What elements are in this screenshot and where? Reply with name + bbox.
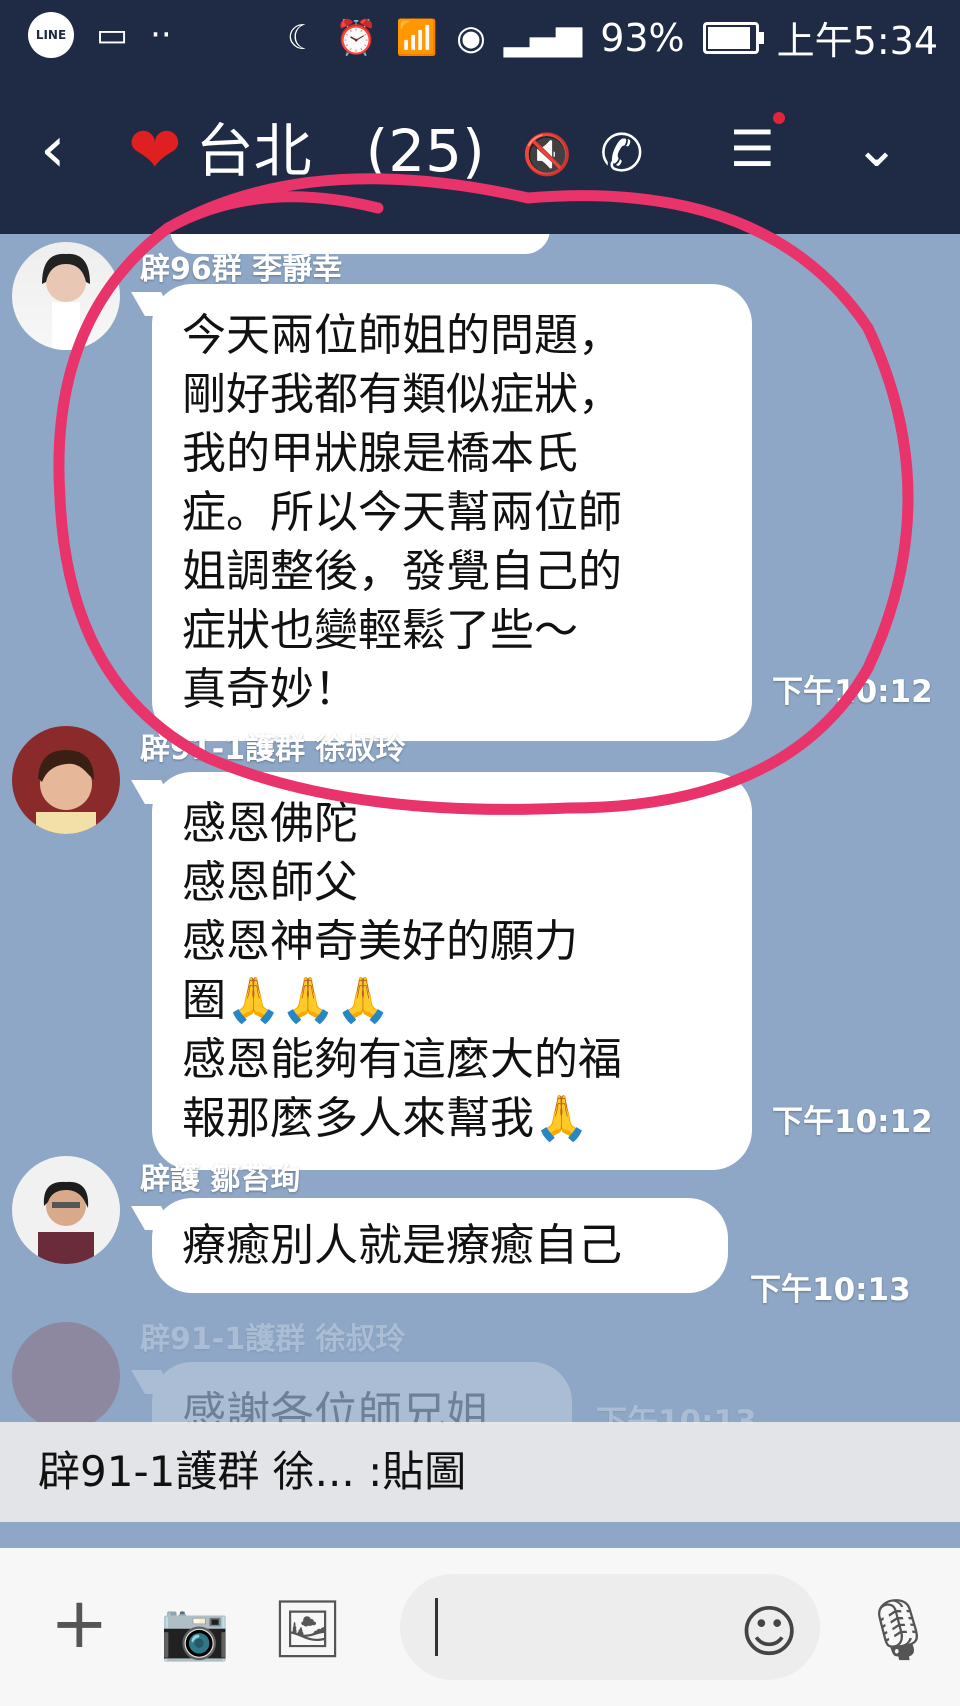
- message-line: 圈🙏🙏🙏: [182, 975, 391, 1026]
- avatar[interactable]: [12, 1156, 120, 1264]
- wifi-icon: 📶: [395, 17, 439, 58]
- chevron-down-icon[interactable]: ⌄: [854, 116, 899, 179]
- sender-name: 辟91-1護群 徐叔玲: [140, 1322, 406, 1357]
- clock: 上午5:34: [776, 19, 938, 63]
- message-line: 報那麼多人來幫我🙏: [182, 1093, 589, 1144]
- message-bubble[interactable]: 療癒別人就是療癒自己: [152, 1198, 728, 1293]
- camera-icon[interactable]: 📷: [160, 1598, 230, 1664]
- message-line: 姐調整後，發覺自己的: [182, 546, 622, 597]
- message-line: 感恩能夠有這麼大的福: [182, 1034, 622, 1085]
- chat-area[interactable]: 辟96群 李靜幸 今天兩位師姐的問題， 剛好我都有類似症狀， 我的甲狀腺是橋本氏…: [0, 234, 960, 1424]
- message-line: 症。所以今天幫兩位師: [182, 487, 622, 538]
- avatar[interactable]: [12, 242, 120, 350]
- message-bubble[interactable]: 感恩佛陀 感恩師父 感恩神奇美好的願力 圈🙏🙏🙏 感恩能夠有這麼大的福 報那麼多…: [152, 772, 752, 1170]
- message-time: 下午10:13: [750, 1272, 911, 1308]
- microphone-icon[interactable]: 🎙: [860, 1594, 936, 1665]
- phone-icon[interactable]: ✆: [600, 124, 644, 184]
- message-line: 感謝各位師兄姐: [182, 1388, 490, 1424]
- alarm-icon: ⏰: [335, 17, 378, 58]
- text-caret: [435, 1598, 438, 1656]
- avatar[interactable]: [12, 726, 120, 834]
- signal-icon: ▂▄▆: [503, 17, 583, 58]
- member-count: (25): [365, 117, 485, 185]
- message-time: 下午10:12: [772, 674, 933, 710]
- back-icon[interactable]: ‹: [40, 118, 66, 182]
- input-bar: + 📷 🖼 ☺ 🎙: [0, 1548, 960, 1706]
- notes-badge: [772, 112, 785, 124]
- message-time: 下午10:12: [772, 1104, 933, 1140]
- message-time: 下午10:13: [596, 1404, 757, 1424]
- gallery-notification-icon: ▭: [96, 15, 129, 55]
- chat-title[interactable]: ❤ 台北 (25): [128, 116, 485, 186]
- message-line: 症狀也變輕鬆了些～: [182, 605, 578, 656]
- chat-header: ‹ ❤ 台北 (25) 🔇 ✆ ☰ ⌄: [0, 76, 960, 234]
- more-notifications-icon: ··: [150, 15, 172, 55]
- message-bubble[interactable]: 感謝各位師兄姐: [152, 1362, 572, 1424]
- message-line: 感恩師父: [182, 857, 358, 908]
- status-bar: LINE ▭ ·· ☾ ⏰ 📶 ◉ ▂▄▆ 93% 上午5:34: [0, 0, 960, 76]
- emoji-icon[interactable]: ☺: [740, 1600, 798, 1665]
- image-icon[interactable]: 🖼: [272, 1596, 343, 1662]
- message-line: 療癒別人就是療癒自己: [182, 1220, 622, 1271]
- hotspot-icon: ◉: [456, 17, 486, 58]
- sticker-notification-banner[interactable]: 辟91-1護群 徐... :貼圖: [0, 1422, 960, 1522]
- mute-icon: 🔇: [522, 132, 572, 178]
- message-line: 我的甲狀腺是橋本氏: [182, 428, 578, 479]
- sender-name: 辟91-1護群 徐叔玲: [140, 732, 406, 767]
- heart-icon: ❤: [128, 114, 182, 188]
- sender-name: 辟護 鄒苔珣: [140, 1162, 301, 1197]
- message-line: 今天兩位師姐的問題，: [182, 310, 622, 361]
- message-line: 真奇妙！: [182, 664, 358, 715]
- group-name: 台北: [195, 117, 312, 185]
- notes-icon[interactable]: ☰: [730, 112, 785, 178]
- sender-name: 辟96群 李靜幸: [140, 252, 343, 287]
- plus-icon[interactable]: +: [50, 1588, 109, 1658]
- message-bubble[interactable]: 今天兩位師姐的問題， 剛好我都有類似症狀， 我的甲狀腺是橋本氏 症。所以今天幫兩…: [152, 284, 752, 741]
- line-app-icon: LINE: [28, 12, 74, 58]
- battery-percent: 93%: [600, 15, 685, 60]
- battery-icon: [702, 21, 764, 54]
- do-not-disturb-icon: ☾: [286, 17, 318, 58]
- message-line: 感恩神奇美好的願力: [182, 916, 578, 967]
- message-line: 剛好我都有類似症狀，: [182, 369, 622, 420]
- message-line: 感恩佛陀: [182, 798, 358, 849]
- avatar[interactable]: [12, 1322, 120, 1424]
